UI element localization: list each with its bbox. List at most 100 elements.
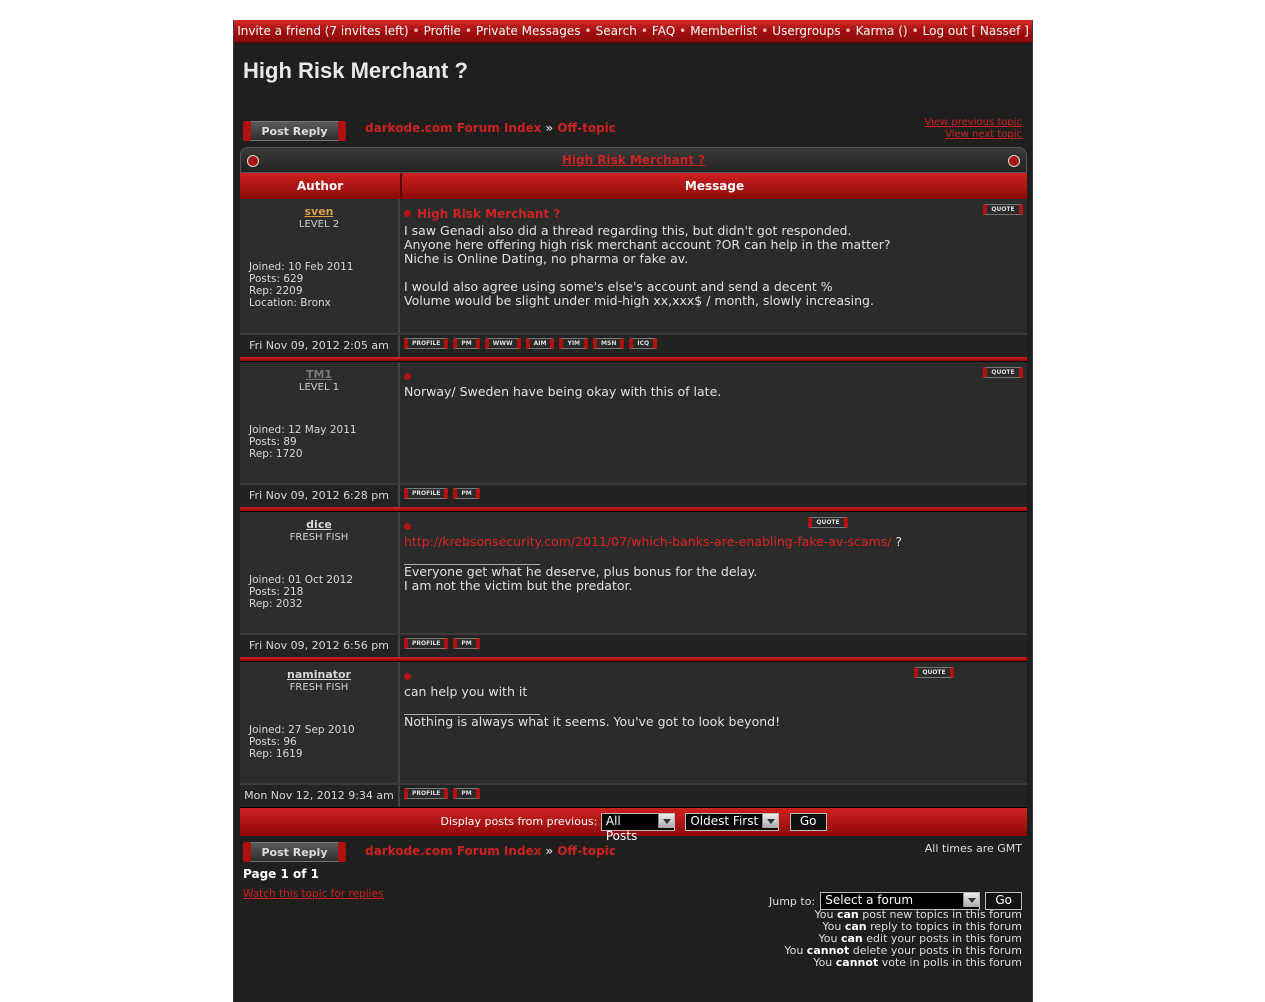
sort-order-value: Oldest First (690, 814, 759, 828)
view-previous-topic-link[interactable]: View previous topic (924, 117, 1022, 129)
pm-button[interactable]: PM (453, 338, 480, 349)
post-link[interactable]: http://krebsonsecurity.com/2011/07/which… (404, 534, 891, 549)
forum-page: Invite a friend (7 invites left) • Profile… (233, 20, 1033, 1002)
corner-dot-icon (1008, 155, 1020, 167)
post-separator (240, 357, 1027, 361)
jump-label: Jump to: (769, 895, 816, 908)
nav-invite[interactable]: Invite a friend (7 invites left) (237, 24, 408, 38)
page-info: Page 1 of 1 (243, 867, 319, 881)
profile-button[interactable]: PROFILE (404, 788, 449, 799)
quote-button[interactable]: QUOTE (808, 517, 848, 528)
post-body: http://krebsonsecurity.com/2011/07/which… (404, 535, 1023, 549)
author-name-link[interactable]: naminator (240, 668, 398, 681)
breadcrumb-forum[interactable]: Off-topic (557, 121, 616, 135)
breadcrumb-forum-index[interactable]: darkode.com Forum Index (365, 121, 541, 135)
breadcrumb-forum[interactable]: Off-topic (557, 844, 616, 858)
nav-bullet: • (911, 24, 919, 38)
author-name-link[interactable]: sven (240, 205, 398, 218)
nav-bullet: • (640, 24, 648, 38)
post-subject-text: High Risk Merchant ? (417, 207, 561, 221)
display-options-bar: Display posts from previous: All Posts O… (240, 808, 1027, 843)
forum-permissions: You can post new topics in this forum Yo… (784, 909, 1022, 969)
nav-logout[interactable]: Log out [ Nassef ] (923, 24, 1029, 38)
msn-button[interactable]: MSN (593, 338, 625, 349)
sort-order-select[interactable]: Oldest First (685, 813, 780, 831)
nav-bullet: • (679, 24, 687, 38)
profile-button[interactable]: PROFILE (404, 638, 449, 649)
post-author-panel: TM1 LEVEL 1 Joined: 12 May 2011 Posts: 8… (240, 362, 400, 483)
pm-button[interactable]: PM (453, 788, 480, 799)
quote-button[interactable]: QUOTE (983, 204, 1023, 215)
pm-button[interactable]: PM (453, 488, 480, 499)
yim-button[interactable]: YIM (559, 338, 589, 349)
watch-topic-link[interactable]: Watch this topic for replies (243, 888, 384, 900)
author-posts: Posts: 629 (249, 273, 304, 285)
page-title: High Risk Merchant ? (243, 58, 468, 83)
post-date: Fri Nov 09, 2012 6:28 pm (240, 485, 400, 507)
nav-private-messages[interactable]: Private Messages (476, 24, 581, 38)
post-message: High Risk Merchant ? I saw Genadi also d… (400, 199, 1027, 333)
author-joined: Joined: 12 May 2011 (249, 424, 357, 436)
author-name-link[interactable]: TM1 (240, 368, 398, 381)
author-rank: LEVEL 1 (298, 382, 340, 393)
nav-profile[interactable]: Profile (424, 24, 461, 38)
breadcrumb: darkode.com Forum Index » Off-topic (365, 121, 616, 135)
author-posts: Posts: 89 (249, 436, 297, 448)
post-reply-button[interactable]: Post Reply (243, 121, 346, 141)
post-footer: Mon Nov 12, 2012 9:34 am PROFILE PM (240, 783, 1027, 807)
message-column-header: Message (684, 179, 745, 193)
nav-usergroups[interactable]: Usergroups (772, 24, 840, 38)
topic-title-link[interactable]: High Risk Merchant ? (562, 153, 705, 167)
permission-text: vote in polls in this forum (878, 956, 1022, 969)
permission-line: You cannot vote in polls in this forum (784, 957, 1022, 969)
nav-karma[interactable]: Karma () (856, 24, 908, 38)
posts-period-select[interactable]: All Posts (600, 813, 675, 843)
chevron-down-icon (963, 892, 980, 907)
post-reply-button-bottom[interactable]: Post Reply (243, 842, 346, 862)
www-button[interactable]: WWW (484, 338, 521, 349)
quote-button[interactable]: QUOTE (983, 367, 1023, 378)
author-column-header: Author (240, 173, 402, 199)
post-date: Mon Nov 12, 2012 9:34 am (240, 785, 400, 807)
post-message: Norway/ Sweden have being okay with this… (400, 362, 1027, 483)
post-body: I saw Genadi also did a thread regarding… (404, 223, 891, 308)
jump-to-form: Jump to: Select a forum Go (769, 890, 1022, 910)
nav-bullet: • (844, 24, 852, 38)
author-name-link[interactable]: dice (240, 518, 398, 531)
breadcrumb-forum-index[interactable]: darkode.com Forum Index (365, 844, 541, 858)
author-rep: Rep: 2032 (249, 598, 303, 610)
corner-dot-icon (247, 155, 259, 167)
nav-faq[interactable]: FAQ (652, 24, 675, 38)
post-body: can help you with it (404, 684, 528, 699)
post-contact-buttons: PROFILE PM (400, 785, 1027, 807)
author-posts: Posts: 96 (249, 736, 297, 748)
pm-button[interactable]: PM (453, 638, 480, 649)
jump-go-button[interactable]: Go (985, 891, 1022, 910)
post-signature: Nothing is always what it seems. You've … (404, 714, 781, 729)
author-rep: Rep: 1619 (249, 748, 303, 760)
nav-bullet: • (584, 24, 592, 38)
profile-button[interactable]: PROFILE (404, 488, 449, 499)
post-bullet-icon (404, 673, 411, 680)
view-next-topic-link[interactable]: View next topic (924, 129, 1022, 141)
nav-search[interactable]: Search (596, 24, 637, 38)
author-location: Location: Bronx (249, 297, 331, 309)
quote-button[interactable]: QUOTE (914, 667, 954, 678)
author-info: Joined: 12 May 2011 Posts: 89 Rep: 1720 (249, 424, 357, 460)
post-signature: Everyone get what he deserve, plus bonus… (404, 564, 758, 593)
posts-table: High Risk Merchant ? Author Message sven… (240, 147, 1027, 843)
chevron-down-icon (657, 814, 674, 828)
icq-button[interactable]: ICQ (629, 338, 658, 349)
post-separator (240, 657, 1027, 661)
posts-period-value: All Posts (605, 814, 638, 843)
author-info: Joined: 27 Sep 2010 Posts: 96 Rep: 1619 (249, 724, 355, 760)
display-go-button[interactable]: Go (789, 813, 827, 831)
nav-memberlist[interactable]: Memberlist (690, 24, 757, 38)
author-rank: FRESH FISH (289, 682, 349, 693)
aim-button[interactable]: AIM (525, 338, 555, 349)
post-bullet-icon (404, 210, 411, 217)
post-author-panel: naminator FRESH FISH Joined: 27 Sep 2010… (240, 662, 400, 783)
forum-select[interactable]: Select a forum (820, 891, 981, 910)
post: sven LEVEL 2 Joined: 10 Feb 2011 Posts: … (240, 199, 1027, 362)
profile-button[interactable]: PROFILE (404, 338, 449, 349)
